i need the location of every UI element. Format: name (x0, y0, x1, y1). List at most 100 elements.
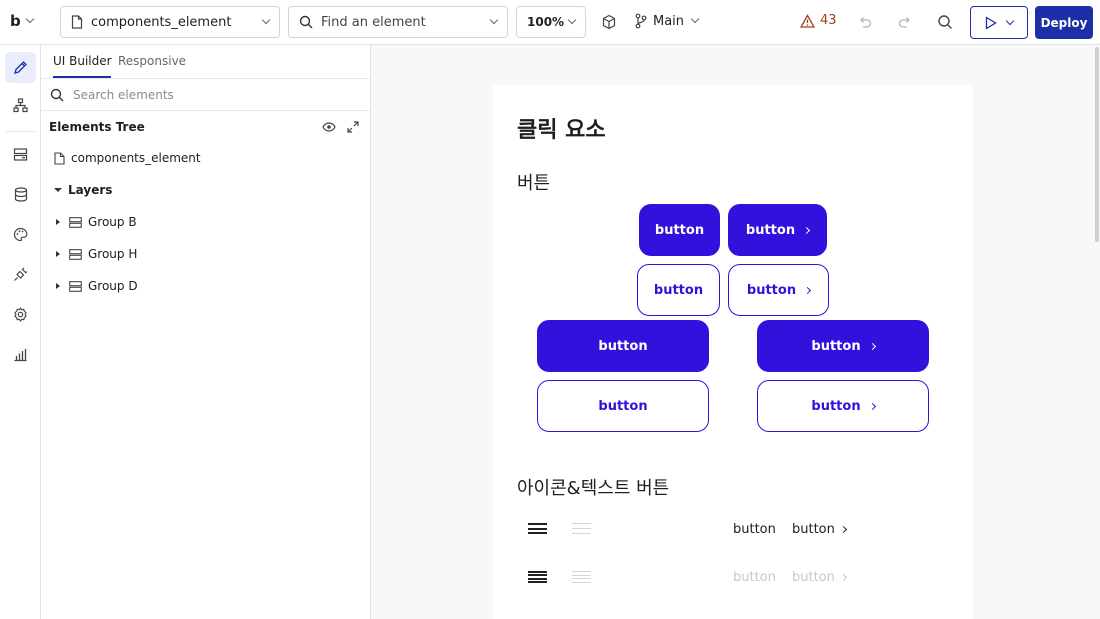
caret-right-icon (56, 251, 60, 257)
gear-icon (14, 307, 27, 322)
tree-layers-label: Layers (68, 183, 113, 197)
text-button-arrow[interactable]: button (792, 522, 847, 537)
file-icon (71, 15, 83, 29)
button-label: button (811, 398, 861, 414)
rail-analytics[interactable] (5, 339, 36, 370)
button-filled-small-arrow[interactable]: button (728, 204, 827, 256)
tree-group-item[interactable]: Group H (56, 247, 137, 261)
section-title-icon-text: 아이콘&텍스트 버튼 (517, 478, 670, 499)
zoom-selector[interactable]: 100% (516, 6, 586, 38)
chevron-right-icon (868, 342, 876, 350)
top-bar: b components_element Find an element 100… (0, 0, 1100, 45)
button-outline-small-arrow[interactable]: button (728, 264, 829, 316)
button-label: button (792, 570, 835, 585)
section-title-buttons: 버튼 (517, 173, 551, 194)
rail-design[interactable] (5, 52, 36, 83)
rail-data[interactable] (5, 179, 36, 210)
rail-styles[interactable] (5, 219, 36, 250)
find-element-label: Find an element (321, 14, 426, 30)
text-button[interactable]: button (733, 522, 776, 537)
deploy-button[interactable]: Deploy (1035, 6, 1093, 39)
page-selector-label: components_element (91, 14, 232, 30)
button-filled-small[interactable]: button (639, 204, 720, 256)
chevron-down-icon (567, 15, 577, 25)
button-label: button (598, 338, 648, 354)
menu-icon-disabled[interactable] (572, 523, 591, 534)
play-icon (985, 15, 997, 30)
list-icon-disabled[interactable] (572, 571, 591, 583)
text-button-arrow-disabled[interactable]: button (792, 570, 847, 585)
tree-layers[interactable]: Layers (54, 183, 112, 197)
chevron-right-icon (804, 286, 812, 294)
button-outline-large-arrow[interactable]: button (757, 380, 929, 432)
caret-right-icon (56, 219, 60, 225)
redo-icon[interactable] (897, 14, 913, 30)
button-label: button (811, 338, 861, 354)
rail-tree[interactable] (5, 90, 36, 121)
chevron-right-icon (803, 226, 811, 234)
group-icon (69, 216, 82, 228)
list-icon[interactable] (528, 571, 547, 583)
rail-layout[interactable] (5, 139, 36, 170)
warning-icon (800, 13, 815, 28)
canvas-scrollbar[interactable] (1095, 47, 1099, 242)
app-menu-button[interactable]: b (10, 12, 34, 30)
tree-group-label: Group H (88, 247, 138, 261)
elements-search[interactable]: Search elements (41, 78, 371, 111)
page-selector[interactable]: components_element (60, 6, 280, 38)
tree-page-item[interactable]: components_element (54, 151, 201, 165)
rail-settings[interactable] (5, 299, 36, 330)
chevron-right-icon (868, 402, 876, 410)
tab-ui-builder[interactable]: UI Builder (53, 54, 112, 68)
hierarchy-icon (13, 98, 28, 113)
palette-icon (13, 227, 28, 242)
page-frame[interactable]: 클릭 요소 버튼 button button button button but… (493, 85, 973, 619)
button-label: button (746, 282, 797, 298)
button-label: button (733, 570, 776, 585)
branch-selector[interactable]: Main (635, 13, 700, 29)
group-icon (69, 280, 82, 292)
elements-panel: UI Builder Responsive Search elements El… (41, 45, 371, 619)
left-rail (0, 45, 41, 619)
text-button-disabled[interactable]: button (733, 570, 776, 585)
tab-responsive[interactable]: Responsive (118, 54, 186, 68)
button-outline-small[interactable]: button (637, 264, 720, 316)
design-canvas[interactable]: 클릭 요소 버튼 button button button button but… (371, 45, 1100, 619)
button-label: button (745, 222, 796, 238)
menu-icon[interactable] (528, 523, 547, 534)
chevron-down-icon (489, 15, 499, 25)
preview-button[interactable] (970, 6, 1028, 39)
tree-group-item[interactable]: Group D (56, 279, 138, 293)
search-icon (299, 15, 313, 29)
page-title: 클릭 요소 (517, 118, 606, 143)
chevron-down-icon (25, 14, 34, 24)
rail-divider (6, 131, 35, 132)
expand-icon[interactable] (347, 121, 359, 137)
rail-plugins[interactable] (5, 259, 36, 290)
eye-icon[interactable] (322, 121, 336, 137)
tree-group-item[interactable]: Group B (56, 215, 137, 229)
group-icon (69, 248, 82, 260)
tree-group-label: Group D (88, 279, 138, 293)
warnings-button[interactable]: 43 (800, 13, 837, 28)
search-icon (50, 88, 64, 101)
panel-tabs: UI Builder Responsive (41, 45, 371, 78)
button-filled-large[interactable]: button (537, 320, 709, 372)
search-icon[interactable] (937, 14, 953, 30)
branch-name: Main (653, 13, 685, 29)
button-filled-large-arrow[interactable]: button (757, 320, 929, 372)
plug-icon (14, 267, 28, 281)
undo-icon[interactable] (857, 14, 873, 30)
button-outline-large[interactable]: button (537, 380, 709, 432)
chevron-right-icon (839, 525, 847, 534)
chevron-down-icon (261, 15, 271, 25)
find-element-selector[interactable]: Find an element (288, 6, 508, 38)
elements-tree-title: Elements Tree (49, 120, 145, 134)
zoom-level: 100% (527, 15, 565, 29)
chevron-down-icon (690, 14, 700, 24)
cube-icon[interactable] (601, 14, 617, 30)
elements-search-placeholder: Search elements (73, 87, 174, 102)
tree-page-label: components_element (71, 151, 201, 165)
button-label: button (653, 282, 704, 298)
branch-icon (635, 13, 647, 29)
